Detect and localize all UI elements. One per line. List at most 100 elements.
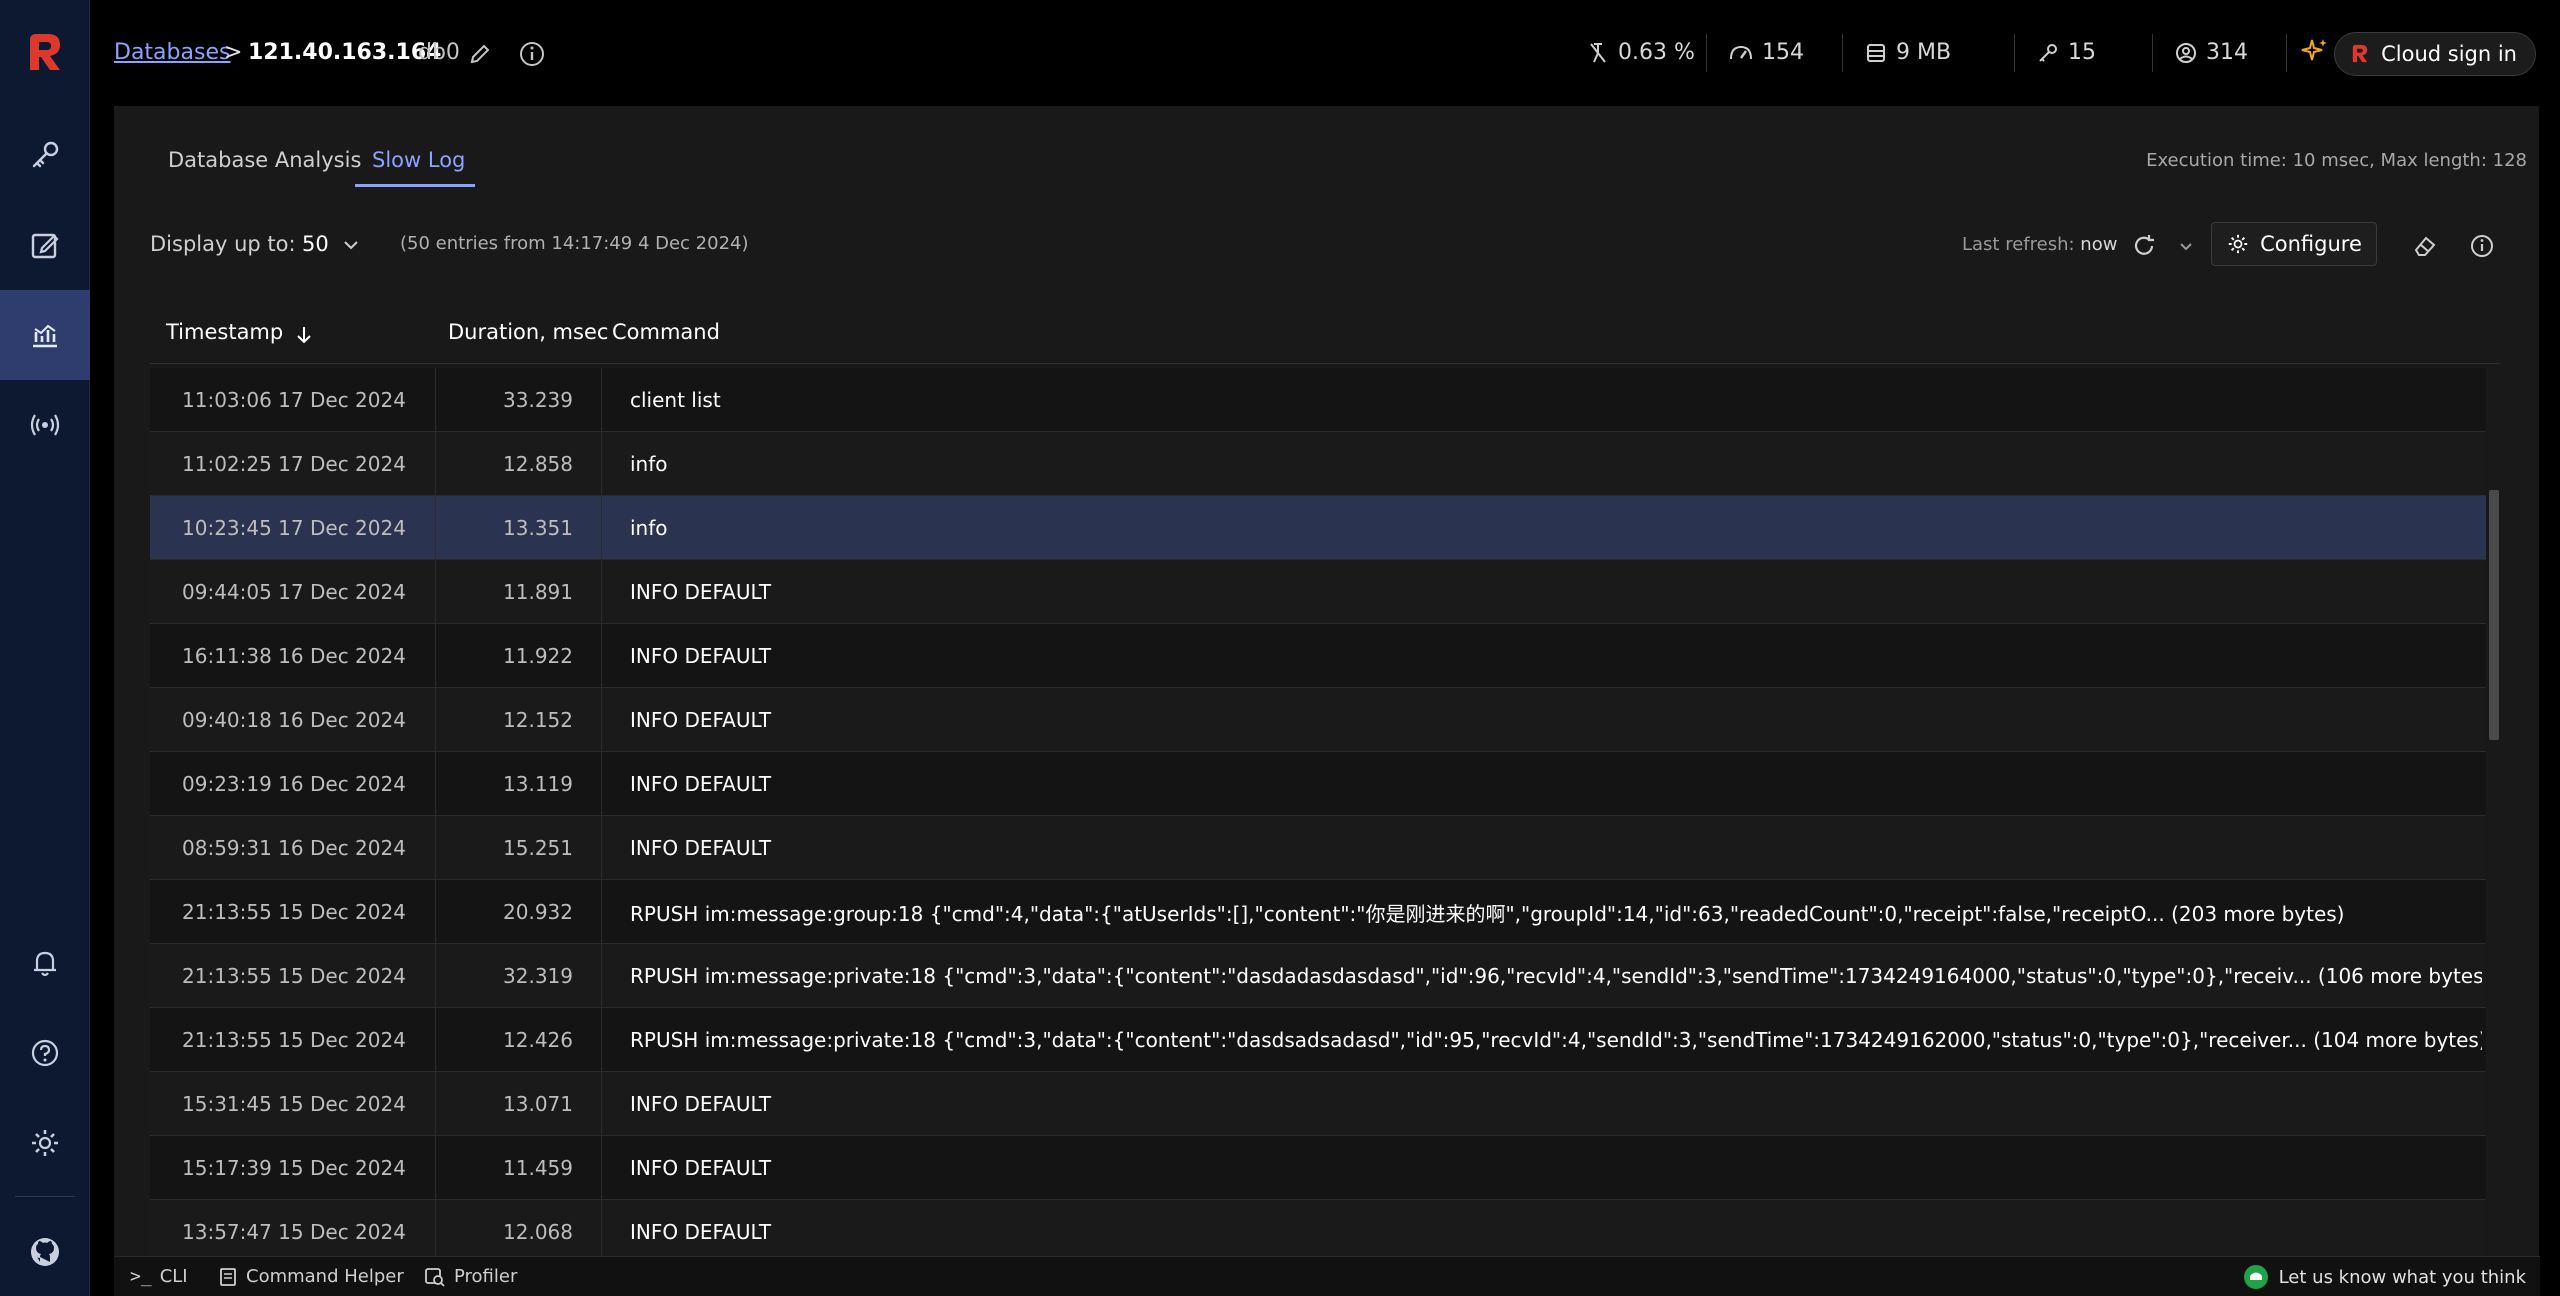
breadcrumb-db: db0 — [418, 40, 460, 65]
table-row[interactable]: 10:23:45 17 Dec 2024 13.351 info — [150, 496, 2486, 560]
user-icon — [2176, 42, 2196, 63]
command-helper-button[interactable]: Command Helper — [218, 1266, 404, 1287]
stat-divider — [2014, 34, 2015, 72]
gear-icon — [32, 1130, 58, 1156]
feedback-label: Let us know what you think — [2278, 1266, 2526, 1288]
table-row[interactable]: 13:57:47 15 Dec 2024 12.068 INFO DEFAULT — [150, 1200, 2486, 1256]
active-tab-indicator — [355, 184, 475, 187]
info-icon[interactable] — [2468, 232, 2496, 260]
cloud-sign-in-button[interactable]: Cloud sign in — [2334, 32, 2536, 76]
speedometer-icon — [1730, 45, 1752, 59]
top-bar: Databases > 121.40.163.164 db0 0.63 % 15… — [90, 0, 2560, 108]
column-command[interactable]: Command — [612, 320, 720, 344]
stat-divider — [2286, 34, 2287, 72]
refresh-icon[interactable] — [2130, 232, 2158, 260]
cell-timestamp: 11:03:06 17 Dec 2024 — [150, 368, 436, 432]
cloud-sign-in-label: Cloud sign in — [2381, 42, 2517, 66]
stat-cpu: 0.63 % — [1586, 40, 1695, 65]
table-row[interactable]: 11:03:06 17 Dec 2024 33.239 client list — [150, 368, 2486, 432]
cell-timestamp: 16:11:38 16 Dec 2024 — [150, 624, 436, 688]
nav-settings[interactable] — [0, 1098, 90, 1188]
table-row[interactable]: 21:13:55 15 Dec 2024 32.319 RPUSH im:messa… — [150, 944, 2486, 1008]
info-icon[interactable] — [518, 40, 546, 68]
stat-divider — [1706, 34, 1707, 72]
stat-memory-value: 9 MB — [1896, 40, 1952, 65]
chevron-down-icon[interactable] — [2178, 240, 2194, 254]
table-scrollbar[interactable] — [2486, 368, 2500, 1256]
nav-workbench[interactable] — [0, 200, 90, 290]
nav-pubsub[interactable] — [0, 380, 90, 470]
cell-command: client list — [630, 388, 721, 412]
key-icon — [2039, 43, 2057, 62]
cell-duration: 32.319 — [436, 944, 602, 1008]
table-row[interactable]: 21:13:55 15 Dec 2024 20.932 RPUSH im:messa… — [150, 880, 2486, 944]
scrollbar-thumb[interactable] — [2489, 490, 2499, 740]
profiler-button[interactable]: Profiler — [424, 1266, 517, 1287]
broadcast-icon — [30, 414, 60, 436]
stat-keys: 15 — [2036, 40, 2096, 65]
stat-keys-value: 15 — [2068, 40, 2096, 65]
tab-slow-log[interactable]: Slow Log — [372, 148, 465, 172]
sort-descending-icon[interactable] — [294, 324, 314, 346]
stat-cpu-value: 0.63 % — [1618, 40, 1695, 65]
feedback-link[interactable]: Let us know what you think — [2243, 1264, 2526, 1290]
ai-sparkles-icon[interactable] — [2298, 36, 2330, 68]
cell-timestamp: 15:31:45 15 Dec 2024 — [150, 1072, 436, 1136]
nav-notifications[interactable] — [0, 918, 90, 1008]
cell-command: INFO DEFAULT — [630, 772, 772, 796]
cell-command: INFO DEFAULT — [630, 1092, 772, 1116]
last-refresh: Last refresh: now — [1962, 234, 2117, 255]
cell-duration: 15.251 — [436, 816, 602, 880]
cell-timestamp: 15:17:39 15 Dec 2024 — [150, 1136, 436, 1200]
cell-timestamp: 21:13:55 15 Dec 2024 — [150, 880, 436, 944]
table-row[interactable]: 16:11:38 16 Dec 2024 11.922 INFO DEFAULT — [150, 624, 2486, 688]
stat-memory: 9 MB — [1864, 40, 1951, 65]
execution-info: Execution time: 10 msec, Max length: 128 — [2146, 150, 2527, 171]
redis-logo-icon[interactable] — [22, 30, 68, 76]
cell-command: RPUSH im:message:private:18 {"cmd":3,"da… — [630, 1028, 2482, 1052]
nav-github[interactable] — [0, 1208, 90, 1296]
cell-command: RPUSH im:message:private:18 {"cmd":3,"da… — [630, 964, 2482, 988]
table-row[interactable]: 11:02:25 17 Dec 2024 12.858 info — [150, 432, 2486, 496]
table-row[interactable]: 09:23:19 16 Dec 2024 13.119 INFO DEFAULT — [150, 752, 2486, 816]
document-icon — [220, 1267, 236, 1286]
cell-command: INFO DEFAULT — [630, 1220, 772, 1244]
tab-database-analysis[interactable]: Database Analysis — [168, 148, 361, 172]
table-row[interactable]: 15:31:45 15 Dec 2024 13.071 INFO DEFAULT — [150, 1072, 2486, 1136]
table-header: Timestamp Duration, msec Command — [150, 302, 2500, 364]
column-timestamp[interactable]: Timestamp — [166, 320, 283, 344]
cell-command: info — [630, 452, 668, 476]
table-row[interactable]: 21:13:55 15 Dec 2024 12.426 RPUSH im:messa… — [150, 1008, 2486, 1072]
cell-duration: 12.858 — [436, 432, 602, 496]
eraser-icon[interactable] — [2410, 232, 2438, 260]
cell-duration: 13.119 — [436, 752, 602, 816]
configure-button[interactable]: Configure — [2211, 222, 2377, 266]
column-duration[interactable]: Duration, msec — [448, 320, 608, 344]
table-row[interactable]: 15:17:39 15 Dec 2024 11.459 INFO DEFAULT — [150, 1136, 2486, 1200]
table-row[interactable]: 08:59:31 16 Dec 2024 15.251 INFO DEFAULT — [150, 816, 2486, 880]
chevron-down-icon[interactable] — [342, 238, 360, 252]
nav-divider — [15, 1196, 75, 1197]
redis-logo-icon — [2352, 44, 2368, 63]
table-row[interactable]: 09:40:18 16 Dec 2024 12.152 INFO DEFAULT — [150, 688, 2486, 752]
cell-duration: 11.922 — [436, 624, 602, 688]
nav-help[interactable] — [0, 1008, 90, 1098]
cell-duration: 12.152 — [436, 688, 602, 752]
nav-analytics[interactable] — [0, 290, 90, 380]
feedback-icon — [2243, 1265, 2268, 1289]
command-helper-label: Command Helper — [246, 1266, 404, 1287]
breadcrumb-host: 121.40.163.164 — [248, 40, 442, 65]
breadcrumb-databases-link[interactable]: Databases — [114, 40, 230, 65]
nav-browser[interactable] — [0, 110, 90, 200]
profiler-label: Profiler — [454, 1266, 518, 1287]
table-row[interactable]: 09:44:05 17 Dec 2024 11.891 INFO DEFAULT — [150, 560, 2486, 624]
bottom-bar: >_ CLI Command Helper Profiler Let us kn… — [114, 1256, 2540, 1296]
cell-command: INFO DEFAULT — [630, 580, 772, 604]
profiler-icon — [425, 1267, 445, 1287]
cell-command: INFO DEFAULT — [630, 1156, 772, 1180]
display-up-to-select[interactable]: 50 — [302, 232, 329, 256]
pencil-icon[interactable] — [468, 42, 492, 66]
stat-clients-value: 314 — [2206, 40, 2248, 65]
last-refresh-label: Last refresh: — [1962, 234, 2075, 255]
cli-button[interactable]: >_ CLI — [130, 1266, 188, 1287]
